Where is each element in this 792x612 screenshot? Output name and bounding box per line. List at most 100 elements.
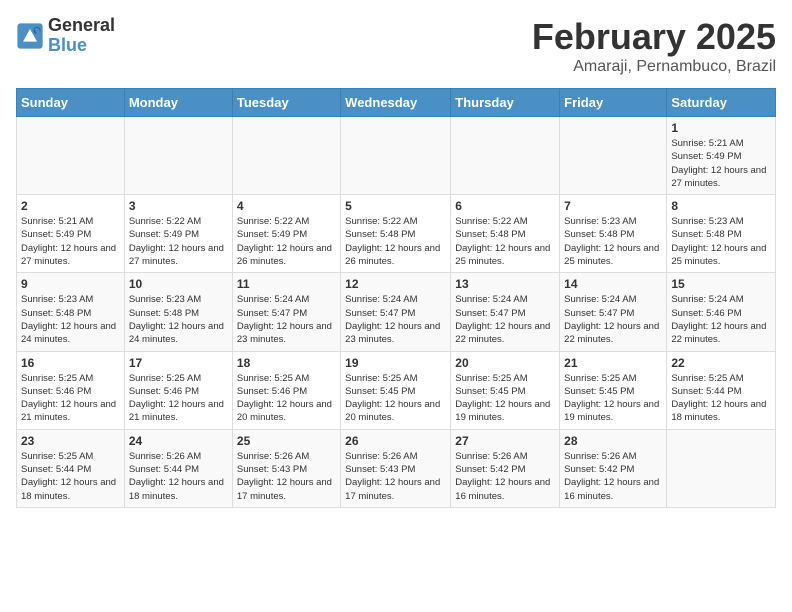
day-number: 21: [564, 356, 662, 370]
day-number: 9: [21, 277, 120, 291]
day-info: Sunrise: 5:23 AM Sunset: 5:48 PM Dayligh…: [129, 293, 228, 346]
day-info: Sunrise: 5:23 AM Sunset: 5:48 PM Dayligh…: [564, 215, 662, 268]
day-info: Sunrise: 5:22 AM Sunset: 5:48 PM Dayligh…: [455, 215, 555, 268]
calendar-cell: [341, 117, 451, 195]
day-number: 22: [671, 356, 771, 370]
day-number: 20: [455, 356, 555, 370]
day-info: Sunrise: 5:26 AM Sunset: 5:42 PM Dayligh…: [455, 450, 555, 503]
day-info: Sunrise: 5:26 AM Sunset: 5:44 PM Dayligh…: [129, 450, 228, 503]
calendar-cell: 9 Sunrise: 5:23 AM Sunset: 5:48 PM Daylig…: [17, 273, 125, 351]
day-number: 28: [564, 434, 662, 448]
day-info: Sunrise: 5:25 AM Sunset: 5:46 PM Dayligh…: [237, 372, 336, 425]
calendar-cell: 20 Sunrise: 5:25 AM Sunset: 5:45 PM Dayli…: [451, 351, 560, 429]
day-info: Sunrise: 5:26 AM Sunset: 5:43 PM Dayligh…: [345, 450, 446, 503]
day-number: 8: [671, 199, 771, 213]
day-info: Sunrise: 5:24 AM Sunset: 5:47 PM Dayligh…: [345, 293, 446, 346]
calendar-cell: 27 Sunrise: 5:26 AM Sunset: 5:42 PM Dayli…: [451, 429, 560, 507]
calendar-cell: 13 Sunrise: 5:24 AM Sunset: 5:47 PM Dayli…: [451, 273, 560, 351]
calendar-cell: 22 Sunrise: 5:25 AM Sunset: 5:44 PM Dayli…: [667, 351, 776, 429]
calendar-cell: 2 Sunrise: 5:21 AM Sunset: 5:49 PM Daylig…: [17, 195, 125, 273]
calendar-cell: [17, 117, 125, 195]
day-number: 6: [455, 199, 555, 213]
header: General Blue February 2025 Amaraji, Pern…: [16, 16, 776, 76]
day-number: 24: [129, 434, 228, 448]
calendar-cell: [124, 117, 232, 195]
calendar-title: February 2025: [532, 16, 776, 58]
day-number: 26: [345, 434, 446, 448]
day-number: 15: [671, 277, 771, 291]
calendar-cell: 23 Sunrise: 5:25 AM Sunset: 5:44 PM Dayli…: [17, 429, 125, 507]
calendar-cell: 10Sunrise: 5:23 AM Sunset: 5:48 PM Dayli…: [124, 273, 232, 351]
weekday-header: Wednesday: [341, 89, 451, 117]
day-number: 11: [237, 277, 336, 291]
calendar-week-row: 16 Sunrise: 5:25 AM Sunset: 5:46 PM Dayli…: [17, 351, 776, 429]
day-info: Sunrise: 5:25 AM Sunset: 5:46 PM Dayligh…: [129, 372, 228, 425]
day-number: 7: [564, 199, 662, 213]
day-info: Sunrise: 5:26 AM Sunset: 5:43 PM Dayligh…: [237, 450, 336, 503]
day-info: Sunrise: 5:21 AM Sunset: 5:49 PM Dayligh…: [21, 215, 120, 268]
calendar-cell: 17Sunrise: 5:25 AM Sunset: 5:46 PM Dayli…: [124, 351, 232, 429]
calendar-cell: 8Sunrise: 5:23 AM Sunset: 5:48 PM Daylig…: [667, 195, 776, 273]
title-block: February 2025 Amaraji, Pernambuco, Brazi…: [532, 16, 776, 76]
day-info: Sunrise: 5:22 AM Sunset: 5:48 PM Dayligh…: [345, 215, 446, 268]
calendar-cell: 3Sunrise: 5:22 AM Sunset: 5:49 PM Daylig…: [124, 195, 232, 273]
calendar-cell: 7 Sunrise: 5:23 AM Sunset: 5:48 PM Daylig…: [560, 195, 667, 273]
calendar-subtitle: Amaraji, Pernambuco, Brazil: [532, 58, 776, 76]
logo: General Blue: [16, 16, 115, 56]
day-info: Sunrise: 5:25 AM Sunset: 5:45 PM Dayligh…: [564, 372, 662, 425]
logo-icon: [16, 22, 44, 50]
day-number: 27: [455, 434, 555, 448]
day-number: 5: [345, 199, 446, 213]
day-number: 2: [21, 199, 120, 213]
day-number: 12: [345, 277, 446, 291]
calendar-cell: 19Sunrise: 5:25 AM Sunset: 5:45 PM Dayli…: [341, 351, 451, 429]
day-info: Sunrise: 5:21 AM Sunset: 5:49 PM Dayligh…: [671, 137, 771, 190]
day-info: Sunrise: 5:26 AM Sunset: 5:42 PM Dayligh…: [564, 450, 662, 503]
day-info: Sunrise: 5:24 AM Sunset: 5:47 PM Dayligh…: [564, 293, 662, 346]
calendar-cell: 16Sunrise: 5:25 AM Sunset: 5:46 PM Dayli…: [17, 351, 125, 429]
calendar-cell: [560, 117, 667, 195]
calendar-cell: 24 Sunrise: 5:26 AM Sunset: 5:44 PM Dayli…: [124, 429, 232, 507]
day-info: Sunrise: 5:25 AM Sunset: 5:45 PM Dayligh…: [345, 372, 446, 425]
calendar-cell: [451, 117, 560, 195]
weekday-header: Tuesday: [232, 89, 340, 117]
day-info: Sunrise: 5:25 AM Sunset: 5:44 PM Dayligh…: [21, 450, 120, 503]
calendar-week-row: 1Sunrise: 5:21 AM Sunset: 5:49 PM Daylig…: [17, 117, 776, 195]
day-number: 14: [564, 277, 662, 291]
day-number: 3: [129, 199, 228, 213]
calendar-cell: 1Sunrise: 5:21 AM Sunset: 5:49 PM Daylig…: [667, 117, 776, 195]
weekday-header: Saturday: [667, 89, 776, 117]
calendar-body: 1Sunrise: 5:21 AM Sunset: 5:49 PM Daylig…: [17, 117, 776, 508]
weekday-header: Friday: [560, 89, 667, 117]
day-info: Sunrise: 5:23 AM Sunset: 5:48 PM Dayligh…: [21, 293, 120, 346]
weekday-header: Sunday: [17, 89, 125, 117]
logo-line2: Blue: [48, 36, 115, 56]
calendar-cell: 15Sunrise: 5:24 AM Sunset: 5:46 PM Dayli…: [667, 273, 776, 351]
calendar-week-row: 9 Sunrise: 5:23 AM Sunset: 5:48 PM Daylig…: [17, 273, 776, 351]
calendar-cell: 25Sunrise: 5:26 AM Sunset: 5:43 PM Dayli…: [232, 429, 340, 507]
day-number: 23: [21, 434, 120, 448]
calendar-cell: 28 Sunrise: 5:26 AM Sunset: 5:42 PM Dayli…: [560, 429, 667, 507]
weekday-header: Monday: [124, 89, 232, 117]
calendar-cell: 5 Sunrise: 5:22 AM Sunset: 5:48 PM Daylig…: [341, 195, 451, 273]
calendar-header-row: SundayMondayTuesdayWednesdayThursdayFrid…: [17, 89, 776, 117]
day-number: 13: [455, 277, 555, 291]
day-number: 16: [21, 356, 120, 370]
weekday-header: Thursday: [451, 89, 560, 117]
calendar-cell: 21 Sunrise: 5:25 AM Sunset: 5:45 PM Dayli…: [560, 351, 667, 429]
calendar-cell: 26 Sunrise: 5:26 AM Sunset: 5:43 PM Dayli…: [341, 429, 451, 507]
day-info: Sunrise: 5:22 AM Sunset: 5:49 PM Dayligh…: [237, 215, 336, 268]
day-number: 4: [237, 199, 336, 213]
day-info: Sunrise: 5:24 AM Sunset: 5:47 PM Dayligh…: [237, 293, 336, 346]
calendar-cell: 11 Sunrise: 5:24 AM Sunset: 5:47 PM Dayli…: [232, 273, 340, 351]
calendar-cell: 6 Sunrise: 5:22 AM Sunset: 5:48 PM Daylig…: [451, 195, 560, 273]
calendar-cell: 18 Sunrise: 5:25 AM Sunset: 5:46 PM Dayli…: [232, 351, 340, 429]
calendar-cell: 12 Sunrise: 5:24 AM Sunset: 5:47 PM Dayli…: [341, 273, 451, 351]
day-info: Sunrise: 5:25 AM Sunset: 5:45 PM Dayligh…: [455, 372, 555, 425]
day-info: Sunrise: 5:24 AM Sunset: 5:47 PM Dayligh…: [455, 293, 555, 346]
calendar-week-row: 2 Sunrise: 5:21 AM Sunset: 5:49 PM Daylig…: [17, 195, 776, 273]
day-number: 18: [237, 356, 336, 370]
calendar-table: SundayMondayTuesdayWednesdayThursdayFrid…: [16, 88, 776, 508]
day-info: Sunrise: 5:25 AM Sunset: 5:44 PM Dayligh…: [671, 372, 771, 425]
calendar-week-row: 23 Sunrise: 5:25 AM Sunset: 5:44 PM Dayli…: [17, 429, 776, 507]
